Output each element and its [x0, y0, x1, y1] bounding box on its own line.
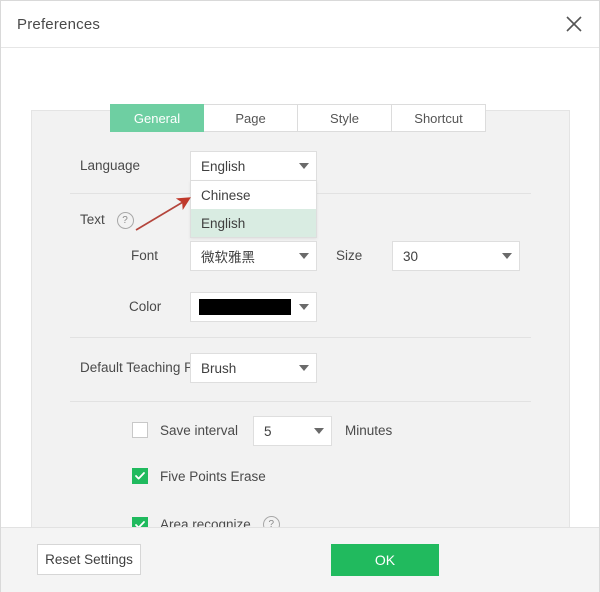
size-select[interactable]: 30: [392, 241, 520, 271]
chevron-down-icon: [495, 253, 519, 259]
save-interval-row: Save interval: [132, 422, 238, 438]
chevron-down-icon: [292, 253, 316, 259]
preferences-dialog: Preferences General Page Style Shortcut …: [0, 0, 600, 592]
save-interval-unit: Minutes: [345, 423, 393, 438]
language-dropdown-list[interactable]: Chinese English: [190, 181, 317, 238]
language-select[interactable]: English: [190, 151, 317, 181]
language-option-english[interactable]: English: [191, 209, 316, 237]
font-label: Font: [131, 248, 159, 263]
default-teaching-value: Brush: [201, 360, 237, 376]
language-label: Language: [80, 158, 141, 173]
chevron-down-icon: [292, 304, 316, 310]
tab-style-label: Style: [330, 110, 359, 126]
tab-shortcut-label: Shortcut: [414, 110, 463, 126]
color-select[interactable]: [190, 292, 317, 322]
chevron-down-icon: [292, 163, 316, 169]
chevron-down-icon: [292, 365, 316, 371]
tab-style[interactable]: Style: [298, 104, 392, 132]
five-points-erase-label: Five Points Erase: [160, 468, 266, 484]
title-bar: Preferences: [1, 1, 599, 48]
tab-shortcut[interactable]: Shortcut: [392, 104, 486, 132]
tab-page[interactable]: Page: [204, 104, 298, 132]
text-label: Text ?: [80, 212, 134, 229]
language-option-chinese-label: Chinese: [201, 187, 251, 203]
tab-bar: General Page Style Shortcut: [110, 104, 486, 132]
size-value: 30: [403, 248, 419, 264]
default-teaching-label: Default Teaching P: [80, 360, 194, 375]
language-option-chinese[interactable]: Chinese: [191, 181, 316, 209]
save-interval-value: 5: [264, 423, 272, 439]
text-label-text: Text: [80, 212, 105, 228]
tab-general[interactable]: General: [110, 104, 204, 132]
help-circle-icon[interactable]: ?: [116, 212, 134, 229]
close-icon[interactable]: [559, 9, 589, 39]
tab-general-label: General: [133, 110, 181, 126]
divider: [70, 401, 531, 402]
chevron-down-icon: [307, 428, 331, 434]
language-value: English: [201, 158, 246, 174]
color-label: Color: [129, 299, 162, 314]
font-value: 微软雅黑: [201, 250, 255, 265]
divider: [70, 337, 531, 338]
dialog-footer: Reset Settings: [1, 527, 599, 592]
save-interval-select[interactable]: 5: [253, 416, 332, 446]
language-option-english-label: English: [201, 215, 246, 231]
page-title: Preferences: [17, 15, 101, 33]
size-label: Size: [336, 248, 363, 263]
tab-page-label: Page: [235, 110, 266, 126]
font-select[interactable]: 微软雅黑: [190, 241, 317, 271]
five-points-erase-checkbox[interactable]: [132, 468, 148, 484]
color-swatch: [199, 299, 291, 315]
ok-button[interactable]: OK: [331, 544, 439, 576]
save-interval-label: Save interval: [160, 422, 239, 438]
save-interval-checkbox[interactable]: [132, 422, 148, 438]
reset-settings-button[interactable]: Reset Settings: [37, 544, 141, 575]
dialog-body: General Page Style Shortcut Language Eng…: [1, 48, 599, 549]
default-teaching-select[interactable]: Brush: [190, 353, 317, 383]
five-points-erase-row: Five Points Erase: [132, 468, 266, 484]
